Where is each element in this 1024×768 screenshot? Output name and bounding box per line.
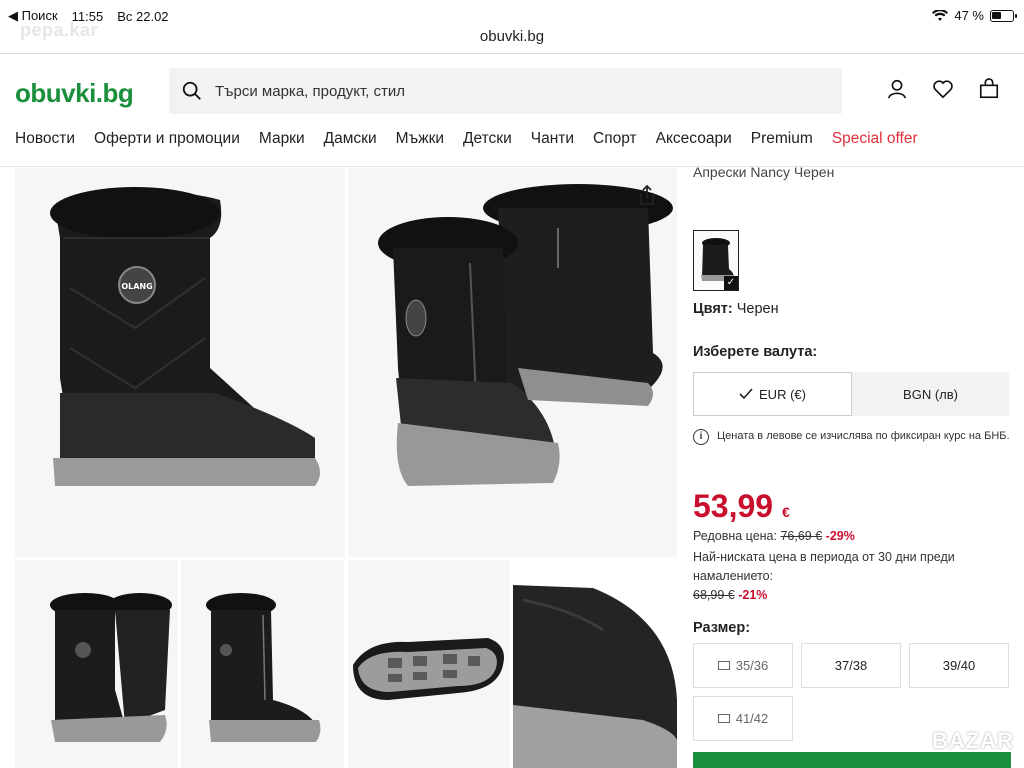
regular-price-line: Редовна цена: 76,69 € -29% <box>693 529 855 543</box>
logo-tld: .bg <box>95 78 134 108</box>
regular-price: 76,69 € <box>780 529 823 543</box>
size-option[interactable]: 35/36 <box>693 643 793 688</box>
share-icon[interactable] <box>637 184 657 206</box>
size-option[interactable]: 39/40 <box>909 643 1009 688</box>
nav-item-women[interactable]: Дамски <box>324 130 377 148</box>
status-date: Вс 22.02 <box>117 8 169 24</box>
currency-info: i Цената в левове се изчислява по фиксир… <box>693 428 1011 445</box>
lowest-price-text: Най-ниската цена в периода от 30 дни пре… <box>693 550 955 583</box>
currency-eur-button[interactable]: EUR (€) <box>693 372 852 416</box>
info-icon: i <box>693 429 709 445</box>
currency-label: Изберете валута: <box>693 344 818 360</box>
wifi-icon <box>932 9 949 21</box>
product-thumb-2[interactable] <box>181 560 344 768</box>
currency-info-text: Цената в левове се изчислява по фиксиран… <box>717 430 1010 442</box>
size-label-value: 37/38 <box>834 658 868 673</box>
currency-bgn-label: BGN (лв) <box>903 386 958 402</box>
currency-toggle: EUR (€) BGN (лв) <box>693 372 1009 416</box>
price-value: 53,99 <box>693 488 774 524</box>
nav-item-men[interactable]: Мъжки <box>396 130 444 148</box>
logo-main: obuvki <box>15 78 96 108</box>
regular-price-label: Редовна цена: <box>693 529 777 543</box>
divider <box>0 166 1024 167</box>
color-value: Черен <box>736 301 779 317</box>
bag-icon[interactable] <box>978 78 1000 102</box>
current-price: 53,99 € <box>693 488 790 525</box>
main-nav: Новости Оферти и промоции Марки Дамски М… <box>15 130 918 148</box>
product-thumb-sole[interactable] <box>348 560 510 768</box>
lowest-price-block: Най-ниската цена в периода от 30 дни пре… <box>693 548 1003 605</box>
color-label: Цвят: <box>693 301 733 317</box>
mail-icon <box>717 661 730 670</box>
product-image-side[interactable] <box>348 168 677 557</box>
product-thumb-1[interactable] <box>15 560 178 768</box>
divider <box>0 53 1024 54</box>
nav-item-bags[interactable]: Чанти <box>531 130 574 148</box>
site-logo[interactable]: obuvki.bg <box>15 78 134 109</box>
nav-item-novosti[interactable]: Новости <box>15 130 75 148</box>
size-option[interactable]: 41/42 <box>693 696 793 741</box>
product-title: Апрески Nancy Черен <box>693 164 835 180</box>
battery-percent: 47 % <box>954 8 984 23</box>
nav-item-offers[interactable]: Оферти и промоции <box>94 130 240 148</box>
status-bar: ◀ Поиск 11:55 Вс 22.02 47 % <box>0 0 1024 30</box>
search-input[interactable] <box>215 82 815 100</box>
check-icon <box>739 388 753 400</box>
user-icon[interactable] <box>886 78 908 102</box>
heart-icon[interactable] <box>932 78 954 102</box>
search-bar[interactable] <box>169 68 842 114</box>
search-icon <box>182 81 201 100</box>
size-label-value: 39/40 <box>942 658 976 673</box>
size-option[interactable]: 37/38 <box>801 643 901 688</box>
product-image-main[interactable]: OLANG <box>15 168 345 557</box>
color-swatch-black[interactable]: ✓ <box>693 230 739 291</box>
size-label-value: 41/42 <box>735 711 769 726</box>
lowest-discount: -21% <box>738 588 768 602</box>
mail-icon <box>717 714 730 723</box>
nav-item-special-offer[interactable]: Special offer <box>832 130 918 148</box>
nav-item-accessories[interactable]: Аксесоари <box>656 130 732 148</box>
price-currency: € <box>781 504 790 520</box>
add-to-cart-button[interactable] <box>693 752 1011 768</box>
battery-icon <box>990 9 1017 22</box>
size-grid: 35/36 37/38 39/40 41/42 <box>693 643 1011 741</box>
currency-bgn-button[interactable]: BGN (лв) <box>852 372 1009 416</box>
address-bar[interactable]: obuvki.bg <box>0 28 1024 45</box>
regular-discount: -29% <box>825 529 855 543</box>
header-actions <box>886 78 1000 102</box>
product-thumb-toe[interactable] <box>513 560 677 768</box>
brand-badge: OLANG <box>121 282 152 291</box>
watermark-bottom: BAZAR <box>932 728 1014 753</box>
lowest-price: 68,99 € <box>693 588 735 602</box>
currency-eur-label: EUR (€) <box>759 386 806 402</box>
size-label: Размер: <box>693 620 751 636</box>
nav-item-kids[interactable]: Детски <box>463 130 512 148</box>
nav-item-sport[interactable]: Спорт <box>593 130 637 148</box>
size-label-value: 35/36 <box>735 658 769 673</box>
nav-item-brands[interactable]: Марки <box>259 130 305 148</box>
check-icon: ✓ <box>724 276 738 290</box>
color-info: Цвят: Черен <box>693 301 779 317</box>
nav-item-premium[interactable]: Premium <box>751 130 813 148</box>
